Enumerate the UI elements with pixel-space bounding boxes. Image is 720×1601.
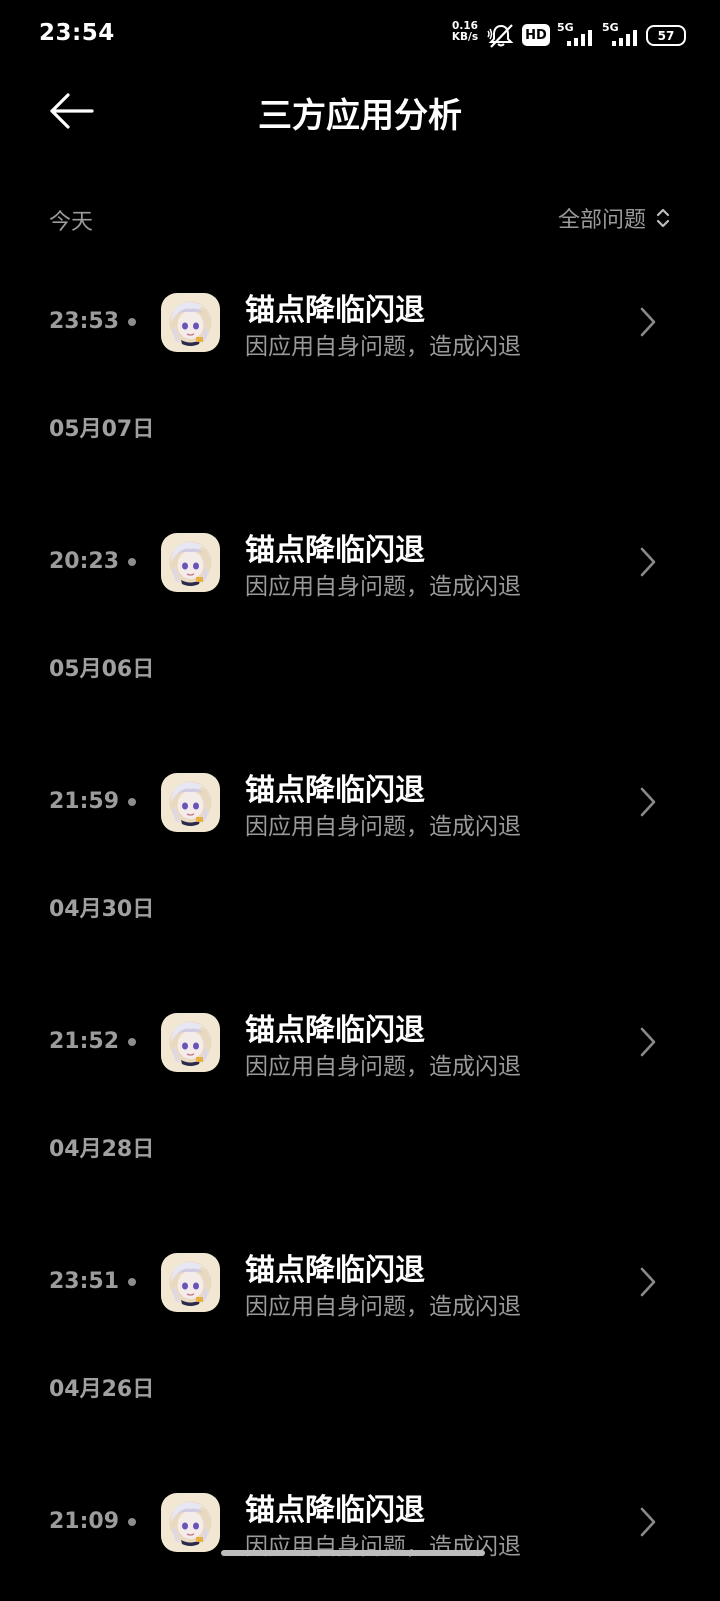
section-date: 04月28日	[49, 1137, 155, 1162]
event-time: 23:53	[49, 309, 120, 334]
timeline-dot	[128, 1278, 136, 1286]
issue-filter-dropdown[interactable]: 全部问题	[558, 202, 670, 234]
timeline-dot	[128, 1038, 136, 1046]
event-time: 20:23	[49, 549, 120, 574]
event-subtitle: 因应用自身问题，造成闪退	[245, 1294, 521, 1320]
event-title: 锚点降临闪退	[245, 773, 425, 808]
sort-updown-icon	[656, 208, 670, 228]
event-time: 23:51	[49, 1269, 120, 1294]
chevron-right-icon	[640, 787, 656, 817]
event-title: 锚点降临闪退	[245, 1253, 425, 1288]
timeline-dot	[128, 318, 136, 326]
event-time: 21:52	[49, 1029, 120, 1054]
app-icon	[161, 293, 220, 352]
event-title: 锚点降临闪退	[245, 1013, 425, 1048]
event-title: 锚点降临闪退	[245, 1493, 425, 1528]
chevron-right-icon	[640, 1267, 656, 1297]
app-icon	[161, 1493, 220, 1552]
signal-5g-icon: 5G	[557, 21, 597, 48]
page-title: 三方应用分析	[258, 96, 462, 136]
app-icon	[161, 773, 220, 832]
event-subtitle: 因应用自身问题，造成闪退	[245, 814, 521, 840]
section-date: 05月07日	[49, 417, 155, 442]
event-time: 21:59	[49, 789, 120, 814]
hd-icon: HD	[522, 24, 550, 46]
chevron-right-icon	[640, 1507, 656, 1537]
event-subtitle: 因应用自身问题，造成闪退	[245, 334, 521, 360]
app-icon	[161, 533, 220, 592]
battery-level: 57	[657, 28, 675, 43]
home-indicator[interactable]	[221, 1550, 485, 1556]
status-time: 23:54	[39, 20, 115, 46]
section-label-today: 今天	[49, 210, 94, 235]
timeline-dot	[128, 1518, 136, 1526]
event-title: 锚点降临闪退	[245, 533, 425, 568]
battery-icon: 57	[646, 25, 686, 46]
section-date: 05月06日	[49, 657, 155, 682]
crash-event-row[interactable]: 21:52 锚点降临闪退 因应用自身问题，造成闪退	[0, 992, 720, 1092]
chevron-right-icon	[640, 1027, 656, 1057]
hd-badge-text: HD	[525, 27, 547, 43]
issue-filter-label: 全部问题	[557, 208, 646, 233]
mute-icon	[487, 24, 514, 48]
network-speed: 0.16 KB/s	[448, 21, 482, 43]
signal-5g-icon-2: 5G	[602, 21, 642, 48]
crash-event-row[interactable]: 23:53 锚点降临闪退 因应用自身问题，造成闪退	[0, 272, 720, 372]
status-bar: 23:54 0.16 KB/s HD 5G 5G 57	[0, 0, 720, 70]
event-title: 锚点降临闪退	[245, 293, 425, 328]
timeline-dot	[128, 798, 136, 806]
crash-event-row[interactable]: 21:09 锚点降临闪退 因应用自身问题，造成闪退	[0, 1472, 720, 1572]
crash-event-row[interactable]: 23:51 锚点降临闪退 因应用自身问题，造成闪退	[0, 1232, 720, 1332]
app-icon	[161, 1253, 220, 1312]
section-date: 04月26日	[49, 1377, 155, 1402]
crash-event-row[interactable]: 20:23 锚点降临闪退 因应用自身问题，造成闪退	[0, 512, 720, 612]
chevron-right-icon	[640, 307, 656, 337]
event-time: 21:09	[49, 1509, 120, 1534]
crash-event-row[interactable]: 21:59 锚点降临闪退 因应用自身问题，造成闪退	[0, 752, 720, 852]
event-subtitle: 因应用自身问题，造成闪退	[245, 574, 521, 600]
section-date: 04月30日	[49, 897, 155, 922]
timeline-dot	[128, 558, 136, 566]
app-icon	[161, 1013, 220, 1072]
chevron-right-icon	[640, 547, 656, 577]
network-speed-unit: KB/s	[451, 31, 479, 43]
event-subtitle: 因应用自身问题，造成闪退	[245, 1054, 521, 1080]
